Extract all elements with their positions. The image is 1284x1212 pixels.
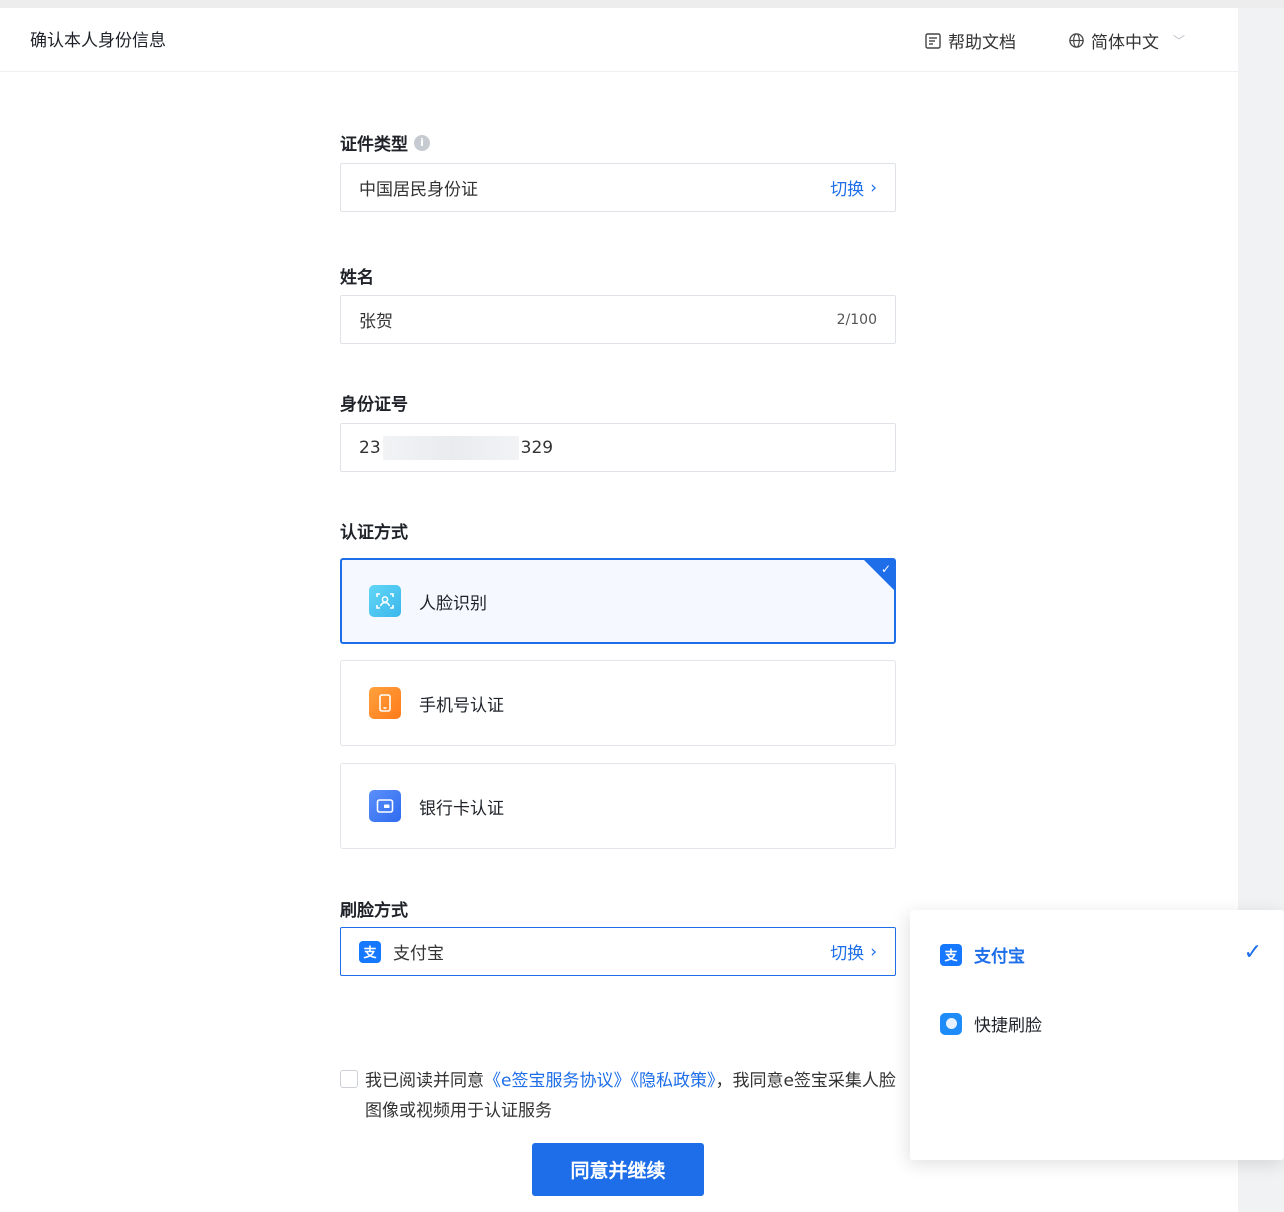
id-number-label: 身份证号 (340, 390, 408, 415)
auth-method-label-text: 认证方式 (340, 523, 408, 543)
name-value: 张贺 (359, 312, 393, 332)
agree-continue-button[interactable]: 同意并继续 (532, 1143, 704, 1196)
help-docs-label: 帮助文档 (948, 33, 1016, 53)
agreement: 我已阅读并同意《e签宝服务协议》《隐私政策》，我同意e签宝采集人脸图像或视频用于… (340, 1066, 900, 1126)
chevron-right-icon: › (870, 177, 877, 198)
face-method-switch-link[interactable]: 切换 › (830, 939, 877, 965)
face-method-label: 刷脸方式 (340, 896, 408, 921)
page-title: 确认本人身份信息 (30, 31, 166, 51)
alipay-icon: 支 (940, 943, 962, 966)
id-type-label-text: 证件类型 (340, 135, 408, 155)
checkmark-icon: ✓ (880, 562, 891, 576)
alipay-icon: 支 (359, 940, 381, 963)
checkmark-icon: ✓ (1243, 940, 1262, 965)
face-method-switch-label: 切换 (830, 944, 865, 964)
privacy-policy-link[interactable]: 《隐私政策》 (630, 1071, 715, 1091)
id-number-value: 23 329 (359, 435, 877, 460)
face-method-field[interactable]: 支 支付宝 切换 › (340, 927, 896, 976)
face-method-value: 支付宝 (393, 944, 444, 964)
agreement-checkbox[interactable] (340, 1070, 358, 1088)
chevron-down-icon: ﹀ (1173, 34, 1186, 48)
id-type-label: 证件类型 i (340, 130, 430, 155)
document-icon (925, 32, 941, 49)
name-label: 姓名 (340, 263, 374, 288)
info-icon[interactable]: i (414, 134, 430, 151)
id-type-field[interactable]: 中国居民身份证 切换 › (340, 163, 896, 212)
auth-option-phone[interactable]: 手机号认证 (340, 660, 896, 746)
dropdown-option-alipay-label: 支付宝 (974, 947, 1025, 967)
dropdown-option-quick-face[interactable]: 快捷刷脸 (940, 1011, 1042, 1036)
auth-option-phone-label: 手机号认证 (419, 695, 504, 716)
id-type-value: 中国居民身份证 (359, 180, 478, 200)
auth-option-face[interactable]: 人脸识别 ✓ (340, 558, 896, 644)
auth-option-face-label: 人脸识别 (419, 593, 487, 614)
language-label: 简体中文 (1091, 33, 1159, 53)
window-top-strip (0, 0, 1284, 8)
face-method-label-text: 刷脸方式 (340, 901, 408, 921)
globe-icon (1069, 33, 1084, 48)
name-input[interactable]: 张贺 2/100 (340, 295, 896, 344)
face-scan-icon (369, 585, 401, 617)
auth-method-label: 认证方式 (340, 518, 408, 543)
agreement-text: 我已阅读并同意《e签宝服务协议》《隐私政策》，我同意e签宝采集人脸图像或视频用于… (340, 1066, 900, 1126)
header: 确认本人身份信息 帮助文档 简体中文 ﹀ (0, 8, 1238, 72)
quick-face-icon (940, 1012, 962, 1035)
redacted-blur (382, 435, 519, 460)
auth-option-bank-label: 银行卡认证 (419, 798, 504, 819)
dropdown-option-quick-face-label: 快捷刷脸 (974, 1016, 1042, 1036)
agreement-prefix: 我已阅读并同意 (365, 1071, 484, 1091)
dropdown-option-alipay[interactable]: 支 支付宝 (940, 942, 1025, 967)
service-agreement-link[interactable]: 《e签宝服务协议》 (484, 1071, 630, 1091)
id-number-suffix: 329 (520, 437, 554, 458)
id-number-input[interactable]: 23 329 (340, 423, 896, 472)
id-type-switch-label: 切换 (830, 180, 865, 200)
language-select[interactable]: 简体中文 ﹀ (1068, 28, 1185, 53)
chevron-right-icon: › (870, 941, 877, 962)
id-number-prefix: 23 (359, 437, 381, 458)
auth-option-bank[interactable]: 银行卡认证 (340, 763, 896, 849)
id-type-switch-link[interactable]: 切换 › (830, 175, 877, 201)
face-method-dropdown: 支 支付宝 ✓ 快捷刷脸 (910, 910, 1284, 1160)
bank-card-icon (369, 790, 401, 822)
help-docs-link[interactable]: 帮助文档 (924, 28, 1016, 53)
name-char-counter: 2/100 (836, 311, 877, 328)
name-label-text: 姓名 (340, 268, 374, 288)
id-number-label-text: 身份证号 (340, 395, 408, 415)
phone-icon (369, 687, 401, 719)
